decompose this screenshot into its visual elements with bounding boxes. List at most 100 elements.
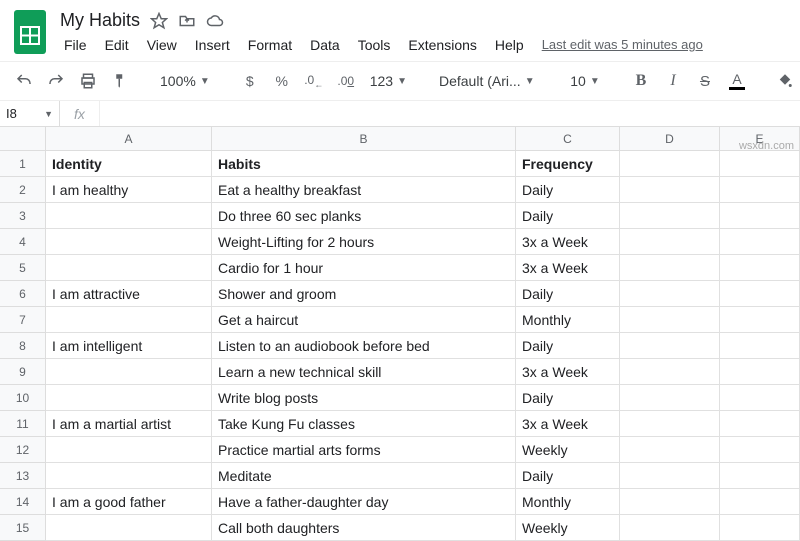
zoom-dropdown[interactable]: 100%▼ <box>154 67 216 95</box>
row-header[interactable]: 5 <box>0 255 46 281</box>
bold-button[interactable]: B <box>627 67 655 95</box>
cell[interactable]: Call both daughters <box>212 515 516 541</box>
cell[interactable]: 3x a Week <box>516 411 620 437</box>
cell[interactable]: Listen to an audiobook before bed <box>212 333 516 359</box>
cell[interactable]: Meditate <box>212 463 516 489</box>
cell[interactable]: Frequency <box>516 151 620 177</box>
print-button[interactable] <box>74 67 102 95</box>
cell[interactable] <box>720 411 800 437</box>
cell[interactable] <box>620 515 720 541</box>
row-header[interactable]: 7 <box>0 307 46 333</box>
cell[interactable] <box>720 203 800 229</box>
number-format-dropdown[interactable]: 123▼ <box>364 67 413 95</box>
font-dropdown[interactable]: Default (Ari...▼ <box>433 67 543 95</box>
cell[interactable] <box>620 463 720 489</box>
cell[interactable] <box>46 359 212 385</box>
cell[interactable] <box>46 437 212 463</box>
cell[interactable] <box>620 437 720 463</box>
cell[interactable] <box>46 385 212 411</box>
undo-button[interactable] <box>10 67 38 95</box>
cell[interactable] <box>720 151 800 177</box>
column-header-a[interactable]: A <box>46 127 212 150</box>
cell[interactable] <box>720 333 800 359</box>
cell[interactable] <box>620 281 720 307</box>
cell[interactable] <box>720 385 800 411</box>
cell[interactable]: Daily <box>516 385 620 411</box>
row-header[interactable]: 10 <box>0 385 46 411</box>
cell[interactable] <box>620 489 720 515</box>
row-header[interactable]: 11 <box>0 411 46 437</box>
cell[interactable]: Daily <box>516 203 620 229</box>
row-header[interactable]: 15 <box>0 515 46 541</box>
menu-data[interactable]: Data <box>302 33 348 57</box>
cell[interactable]: Identity <box>46 151 212 177</box>
cell[interactable]: Have a father-daughter day <box>212 489 516 515</box>
cell[interactable]: Shower and groom <box>212 281 516 307</box>
column-header-c[interactable]: C <box>516 127 620 150</box>
cell[interactable]: 3x a Week <box>516 359 620 385</box>
menu-format[interactable]: Format <box>240 33 300 57</box>
cell[interactable]: Weekly <box>516 515 620 541</box>
cell[interactable] <box>620 307 720 333</box>
cell[interactable] <box>620 359 720 385</box>
cell[interactable]: Daily <box>516 463 620 489</box>
cell[interactable] <box>620 177 720 203</box>
cell[interactable] <box>720 437 800 463</box>
cell[interactable] <box>720 255 800 281</box>
cell[interactable] <box>46 515 212 541</box>
cell[interactable]: Cardio for 1 hour <box>212 255 516 281</box>
menu-insert[interactable]: Insert <box>187 33 238 57</box>
menu-help[interactable]: Help <box>487 33 532 57</box>
cell[interactable] <box>46 307 212 333</box>
star-icon[interactable] <box>150 12 168 30</box>
cell[interactable]: I am intelligent <box>46 333 212 359</box>
document-title[interactable]: My Habits <box>60 10 140 31</box>
cell[interactable]: Eat a healthy breakfast <box>212 177 516 203</box>
row-header[interactable]: 3 <box>0 203 46 229</box>
row-header[interactable]: 1 <box>0 151 46 177</box>
row-header[interactable]: 8 <box>0 333 46 359</box>
cell[interactable]: Take Kung Fu classes <box>212 411 516 437</box>
cell[interactable] <box>720 489 800 515</box>
cell[interactable]: Practice martial arts forms <box>212 437 516 463</box>
italic-button[interactable]: I <box>659 67 687 95</box>
menu-tools[interactable]: Tools <box>350 33 399 57</box>
cell[interactable] <box>620 151 720 177</box>
currency-button[interactable]: $ <box>236 67 264 95</box>
row-header[interactable]: 9 <box>0 359 46 385</box>
cell[interactable] <box>46 255 212 281</box>
cell[interactable]: I am attractive <box>46 281 212 307</box>
cell[interactable] <box>46 203 212 229</box>
row-header[interactable]: 6 <box>0 281 46 307</box>
cell[interactable]: Monthly <box>516 307 620 333</box>
cell[interactable]: Daily <box>516 177 620 203</box>
row-header[interactable]: 14 <box>0 489 46 515</box>
cell[interactable] <box>620 411 720 437</box>
cell[interactable] <box>720 281 800 307</box>
cell[interactable]: Get a haircut <box>212 307 516 333</box>
increase-decimal-button[interactable]: .00 <box>332 67 360 95</box>
last-edit-link[interactable]: Last edit was 5 minutes ago <box>542 33 703 57</box>
column-header-d[interactable]: D <box>620 127 720 150</box>
cell[interactable]: Habits <box>212 151 516 177</box>
text-color-button[interactable]: A <box>723 67 751 95</box>
cell[interactable]: Monthly <box>516 489 620 515</box>
cell[interactable] <box>46 463 212 489</box>
row-header[interactable]: 2 <box>0 177 46 203</box>
cell[interactable]: 3x a Week <box>516 229 620 255</box>
column-header-b[interactable]: B <box>212 127 516 150</box>
cell[interactable] <box>720 359 800 385</box>
name-box[interactable]: I8 ▼ <box>0 101 60 126</box>
font-size-dropdown[interactable]: 10▼ <box>563 67 607 95</box>
cell[interactable] <box>620 203 720 229</box>
row-header[interactable]: 13 <box>0 463 46 489</box>
cell[interactable]: Weight-Lifting for 2 hours <box>212 229 516 255</box>
cell[interactable] <box>720 307 800 333</box>
cell[interactable] <box>620 385 720 411</box>
decrease-decimal-button[interactable]: .0← <box>300 67 328 95</box>
cell[interactable] <box>720 229 800 255</box>
move-icon[interactable] <box>178 12 196 30</box>
cell[interactable] <box>620 229 720 255</box>
strikethrough-button[interactable]: S <box>691 67 719 95</box>
menu-view[interactable]: View <box>139 33 185 57</box>
